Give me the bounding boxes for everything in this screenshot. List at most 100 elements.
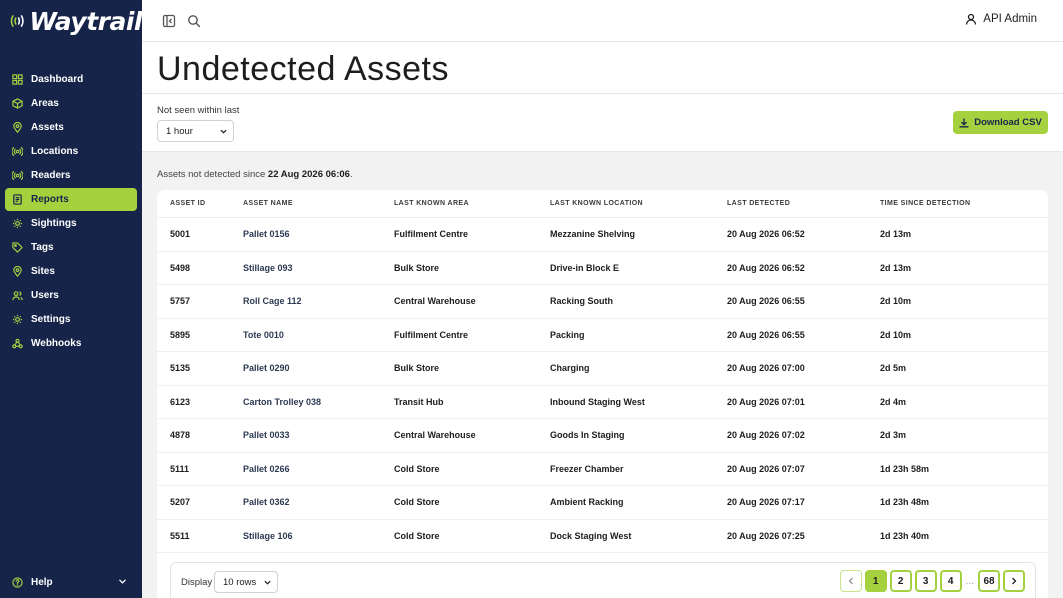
filter-bar: Not seen within last 1 hour Download CSV <box>142 94 1063 152</box>
download-csv-button[interactable]: Download CSV <box>953 111 1048 134</box>
assets-table: Asset ID Asset Name Last Known Area Last… <box>157 190 1048 598</box>
time-window-value: 1 hour <box>166 125 193 137</box>
area-cell: Bulk Store <box>394 363 440 374</box>
location-cell: Mezzanine Shelving <box>550 229 636 240</box>
sidebar-item-webhooks[interactable]: Webhooks <box>5 332 137 355</box>
table-row[interactable]: 5498 Stillage 093 Bulk Store Drive-in Block… <box>157 252 1048 285</box>
sidebar-item-areas[interactable]: Areas <box>5 92 137 115</box>
table-row[interactable]: 5757 Roll Cage 112 Central Warehouse Rackin… <box>157 285 1048 319</box>
sidebar-item-label: Sites <box>31 266 55 277</box>
sidebar-item-sightings[interactable]: Sightings <box>5 212 137 235</box>
time-since-cell: 2d 13m <box>880 262 912 273</box>
table-row[interactable]: 5111 Pallet 0266 Cold Store Freezer Chamber… <box>157 453 1048 486</box>
table-header: Asset ID Asset Name Last Known Area Last… <box>157 190 1048 218</box>
cube-icon <box>12 98 23 109</box>
previous-page-button[interactable] <box>839 570 862 592</box>
area-cell: Cold Store <box>394 463 440 474</box>
sidebar-item-readers[interactable]: Readers <box>5 164 137 187</box>
asset-id-cell: 5895 <box>170 329 191 340</box>
table-footer: Display 10 rows 1 2 3 4 ... 68 <box>170 562 1036 598</box>
page-button-1[interactable]: 1 <box>864 570 887 592</box>
area-cell: Transit Hub <box>394 396 444 407</box>
asset-name-cell: Carton Trolley 038 <box>243 396 322 407</box>
page-button-2[interactable]: 2 <box>889 570 912 592</box>
table-row[interactable]: 5895 Tote 0010 Fulfilment Centre Packing 20 … <box>157 319 1048 352</box>
sidebar-item-locations[interactable]: Locations <box>5 140 137 163</box>
asset-id-cell: 5111 <box>170 463 190 474</box>
last-detected-cell: 20 Aug 2026 07:00 <box>727 363 805 374</box>
time-window-select[interactable]: 1 hour <box>157 120 234 142</box>
sidebar-item-reports[interactable]: Reports <box>5 188 137 211</box>
time-since-cell: 1d 23h 48m <box>880 497 930 508</box>
chevron-down-icon <box>119 579 126 584</box>
sidebar-item-tags[interactable]: Tags <box>5 236 137 259</box>
column-header-asset-id[interactable]: Asset ID <box>157 200 243 207</box>
asset-name-cell: Stillage 093 <box>243 262 293 273</box>
column-header-last-known-area[interactable]: Last Known Area <box>394 200 550 207</box>
gear-icon <box>12 314 23 325</box>
table-row[interactable]: 5511 Stillage 106 Cold Store Dock Staging W… <box>157 520 1048 553</box>
sidebar-item-label: Areas <box>31 98 59 109</box>
sidebar-item-dashboard[interactable]: Dashboard <box>5 68 137 91</box>
pagination: 1 2 3 4 ... 68 <box>837 570 1025 592</box>
column-header-last-known-location[interactable]: Last Known Location <box>550 200 727 207</box>
table-row[interactable]: 5135 Pallet 0290 Bulk Store Charging 20 Aug … <box>157 352 1048 386</box>
chevron-right-icon <box>1012 577 1017 585</box>
time-since-cell: 2d 10m <box>880 296 912 307</box>
webhook-icon <box>12 338 23 349</box>
sidebar-item-label: Assets <box>31 122 64 133</box>
waytrail-logo-icon <box>10 15 24 27</box>
page-button-4[interactable]: 4 <box>939 570 962 592</box>
search-icon[interactable] <box>187 14 201 28</box>
column-header-last-detected[interactable]: Last Detected <box>727 200 880 207</box>
sidebar-item-settings[interactable]: Settings <box>5 308 137 331</box>
page-header: Undetected Assets <box>142 42 1063 94</box>
column-header-time-since-detection[interactable]: Time Since Detection <box>880 200 1030 207</box>
location-cell: Drive-in Block E <box>550 262 620 273</box>
sidebar-toggle-icon[interactable] <box>162 14 176 28</box>
sidebar-item-label: Dashboard <box>31 74 84 85</box>
grid-icon <box>12 74 23 85</box>
sidebar-item-label: Tags <box>31 242 54 253</box>
table-body: 5001 Pallet 0156 Fulfilment Centre Mezzanin… <box>157 218 1048 553</box>
rows-per-page-select[interactable]: 10 rows <box>214 571 278 593</box>
chevron-down-icon <box>220 129 227 134</box>
sidebar-item-label: Readers <box>31 170 71 181</box>
table-row[interactable]: 6123 Carton Trolley 038 Transit Hub Inbound… <box>157 386 1048 419</box>
page-button-last[interactable]: 68 <box>978 570 1000 592</box>
table-row[interactable]: 5001 Pallet 0156 Fulfilment Centre Mezzanin… <box>157 218 1048 252</box>
table-row[interactable]: 4878 Pallet 0033 Central Warehouse Goods In… <box>157 419 1048 453</box>
user-menu[interactable]: API Admin <box>965 13 1037 25</box>
asset-id-cell: 5001 <box>170 229 191 240</box>
user-icon <box>966 13 977 25</box>
download-icon <box>959 117 969 127</box>
sidebar-help[interactable]: Help <box>5 572 137 592</box>
time-since-cell: 2d 3m <box>880 430 907 441</box>
next-page-button[interactable] <box>1003 570 1025 592</box>
sidebar-item-users[interactable]: Users <box>5 284 137 307</box>
column-header-asset-name[interactable]: Asset Name <box>243 200 394 207</box>
page-button-3[interactable]: 3 <box>914 570 937 592</box>
rows-per-page-value: 10 rows <box>223 576 257 588</box>
chevron-left-icon <box>848 577 853 585</box>
area-cell: Central Warehouse <box>394 430 476 441</box>
time-since-cell: 1d 23h 58m <box>880 463 930 474</box>
location-cell: Dock Staging West <box>550 530 632 541</box>
area-cell: Cold Store <box>394 530 440 541</box>
last-detected-cell: 20 Aug 2026 07:07 <box>727 463 805 474</box>
asset-name-cell: Roll Cage 112 <box>243 296 302 307</box>
asset-id-cell: 5757 <box>170 296 191 307</box>
location-cell: Inbound Staging West <box>550 396 645 407</box>
asset-name-cell: Pallet 0362 <box>243 497 290 508</box>
sidebar-item-assets[interactable]: Assets <box>5 116 137 139</box>
chevron-down-icon <box>264 580 271 585</box>
area-cell: Cold Store <box>394 497 440 508</box>
logo[interactable]: Waytrail <box>0 0 142 42</box>
location-cell: Packing <box>550 329 585 340</box>
sidebar-item-sites[interactable]: Sites <box>5 260 137 283</box>
table-row[interactable]: 5207 Pallet 0362 Cold Store Ambient Racking… <box>157 486 1048 520</box>
sidebar-item-label: Locations <box>31 146 79 157</box>
download-csv-label: Download CSV <box>974 117 1042 128</box>
time-since-cell: 2d 10m <box>880 329 912 340</box>
pagination-ellipsis: ... <box>965 575 974 587</box>
